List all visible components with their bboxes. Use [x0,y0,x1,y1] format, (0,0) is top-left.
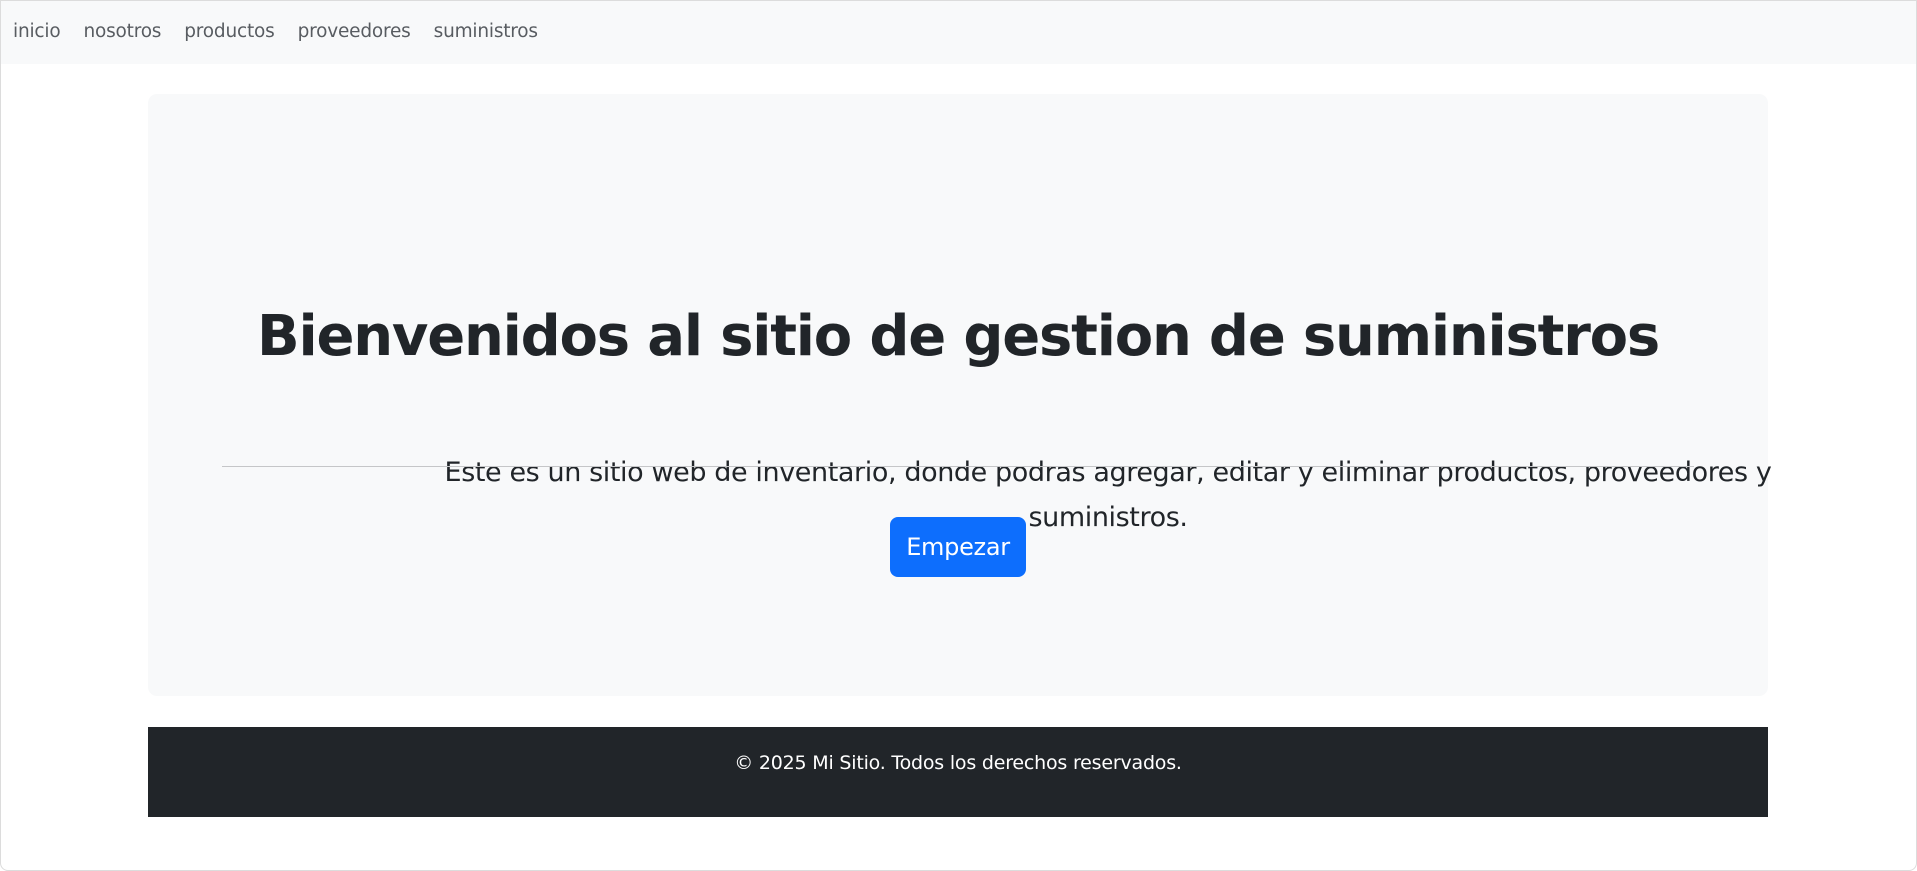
hero-divider [222,466,1694,467]
nav-link-proveedores[interactable]: proveedores [285,0,421,64]
page-footer: © 2025 Mi Sitio. Todos los derechos rese… [148,727,1768,817]
hero-section: Bienvenidos al sitio de gestion de sumin… [148,94,1772,696]
nav-link-productos[interactable]: productos [171,0,284,64]
top-navbar: inicio nosotros productos proveedores su… [0,0,1917,64]
nav-link-suministros[interactable]: suministros [421,0,548,64]
hero-title: Bienvenidos al sitio de gestion de sumin… [256,304,1660,369]
footer-copyright: © 2025 Mi Sitio. Todos los derechos rese… [734,752,1182,774]
nav-link-inicio[interactable]: inicio [0,0,70,64]
start-button[interactable]: Empezar [890,517,1026,577]
hero-description: Este es un sitio web de inventario, dond… [444,457,1772,533]
nav-link-nosotros[interactable]: nosotros [70,0,171,64]
